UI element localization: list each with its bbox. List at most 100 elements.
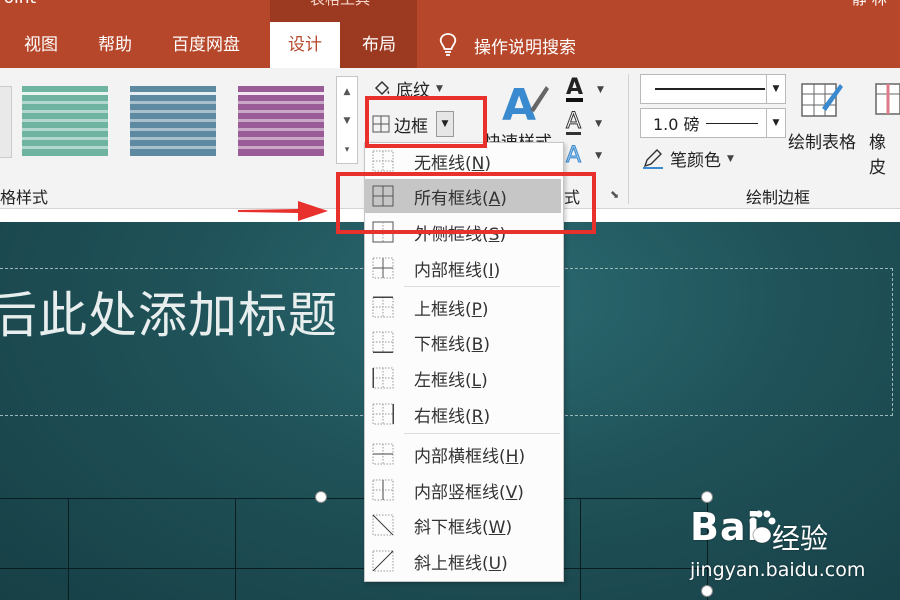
group-separator — [628, 74, 629, 204]
border-menu-item[interactable]: 内部横框线(H) — [365, 437, 561, 471]
swatch-stripe — [22, 137, 108, 140]
border-menu-item[interactable]: 内部竖框线(V) — [365, 473, 561, 507]
table-col-line — [580, 498, 581, 600]
slide-title[interactable]: 后此处添加标题 — [0, 276, 338, 347]
tab-help[interactable]: 帮助 — [86, 22, 144, 68]
tab-view[interactable]: 视图 — [12, 22, 70, 68]
user-name: 静 林 — [852, 0, 887, 9]
menu-separator — [404, 286, 560, 287]
swatch-stripe — [22, 119, 108, 122]
draw-table-button[interactable] — [796, 78, 844, 122]
pen-style-dropdown[interactable]: ▼ — [640, 74, 786, 104]
table-styles-group-label: 格样式 — [0, 188, 49, 207]
border-menu-item[interactable]: 斜下框线(W) — [365, 508, 561, 542]
top-border-icon — [372, 296, 394, 318]
baidu-jingyan-watermark: Bai 经验 jingyan.baidu.com — [690, 505, 895, 597]
swatch-stripe — [130, 92, 216, 95]
powerpoint-window: Point 表格工具 静 林 视图 帮助 百度网盘 设计 布局 操作说明搜索 ▲… — [0, 0, 900, 600]
text-fill-dropdown-icon: ▼ — [597, 85, 604, 95]
border-menu-item-accesskey: N — [471, 153, 485, 174]
swatch-stripe — [238, 110, 324, 113]
dialog-launcher-icon[interactable]: ⬊ — [610, 188, 619, 201]
border-menu-item-label: 上框线(P) — [414, 299, 489, 320]
draw-table-icon — [801, 83, 843, 117]
border-menu-item-accesskey: L — [471, 370, 482, 391]
annotation-box-borders — [365, 96, 487, 148]
svg-text:A: A — [502, 80, 536, 126]
border-menu-item[interactable]: 内部框线(I) — [365, 251, 561, 285]
border-menu-item-label: 下框线(B) — [414, 334, 490, 355]
pen-style-line — [655, 88, 765, 90]
annotation-arrow-icon — [238, 201, 328, 221]
swatch-stripe — [130, 146, 216, 149]
tab-baidu-netdisk[interactable]: 百度网盘 — [160, 22, 252, 68]
swatch-stripe — [238, 119, 324, 122]
swatch-stripe — [22, 101, 108, 104]
tab-design[interactable]: 设计 — [270, 22, 340, 68]
table-style-swatch-partial[interactable] — [0, 86, 12, 158]
text-fill-button[interactable]: A ▼ — [566, 75, 604, 102]
table-style-swatch-blue[interactable] — [130, 86, 216, 156]
text-effects-icon: A — [565, 143, 582, 168]
pen-weight-line — [705, 122, 758, 124]
swatch-stripe — [130, 119, 216, 122]
border-menu-item-accesskey: R — [471, 406, 484, 427]
border-menu-item-label: 斜下框线(W) — [414, 517, 513, 538]
border-menu-item[interactable]: 斜上框线(U) — [365, 544, 561, 578]
tell-me-search[interactable]: 操作说明搜索 — [438, 22, 576, 68]
app-name: Point — [0, 0, 36, 8]
border-menu-item[interactable]: 上框线(P) — [365, 290, 561, 324]
text-outline-button[interactable]: A ▼ — [565, 110, 602, 135]
border-menu-item-accesskey: H — [505, 446, 519, 467]
draw-borders-group-label: 绘制边框 — [746, 188, 811, 207]
watermark-url: jingyan.baidu.com — [690, 559, 866, 581]
resize-handle[interactable] — [701, 491, 713, 503]
bottom-border-icon — [372, 331, 394, 353]
pen-color-label: 笔颜色 — [670, 151, 721, 171]
eraser-icon — [875, 83, 900, 115]
gallery-up-icon[interactable]: ▲ — [337, 77, 357, 106]
text-fill-icon: A — [566, 75, 584, 102]
no-border-icon — [372, 150, 394, 172]
border-menu-item[interactable]: 下框线(B) — [365, 325, 561, 359]
shading-dropdown-icon: ▼ — [436, 83, 443, 94]
gallery-scrollbar[interactable]: ▲ ▼ ▾ — [336, 76, 358, 164]
swatch-stripe — [238, 92, 324, 95]
swatch-stripe — [22, 146, 108, 149]
swatch-stripe — [22, 128, 108, 131]
resize-handle[interactable] — [315, 491, 327, 503]
border-menu-item-label: 内部横框线(H) — [414, 446, 526, 467]
table-style-swatch-purple[interactable] — [238, 86, 324, 156]
border-menu-item[interactable]: 左框线(L) — [365, 361, 561, 395]
diagonal-down-border-icon — [372, 514, 394, 536]
border-menu-item-accesskey: B — [471, 334, 484, 355]
table-style-swatch-green[interactable] — [22, 86, 108, 156]
border-menu-item-label: 右框线(R) — [414, 406, 491, 427]
swatch-stripe — [130, 110, 216, 113]
border-menu-item-accesskey: V — [505, 482, 518, 503]
border-menu-item-accesskey: U — [488, 553, 502, 574]
swatch-stripe — [238, 128, 324, 131]
pen-weight-dropdown[interactable]: 1.0 磅 ▼ — [640, 108, 786, 138]
diagonal-up-border-icon — [372, 550, 394, 572]
eraser-button[interactable] — [872, 80, 900, 120]
menu-separator — [404, 433, 560, 434]
pen-weight-label: 1.0 磅 — [653, 115, 700, 134]
gallery-down-icon[interactable]: ▼ — [337, 106, 357, 135]
border-menu-item[interactable]: 右框线(R) — [365, 397, 561, 431]
pen-color-dropdown-icon: ▼ — [727, 153, 734, 164]
left-border-icon — [372, 367, 394, 389]
inside-borders-icon — [372, 257, 394, 279]
swatch-stripe — [130, 101, 216, 104]
text-effects-button[interactable]: A ▼ — [565, 143, 601, 168]
gallery-more-icon[interactable]: ▾ — [337, 135, 357, 164]
title-bar: Point 表格工具 静 林 视图 帮助 百度网盘 设计 布局 操作说明搜索 — [0, 0, 900, 68]
swatch-stripe — [130, 128, 216, 131]
watermark-brand-cn: 经验 — [772, 522, 829, 555]
pen-color-button[interactable]: 笔颜色 ▼ — [642, 146, 734, 171]
table-border-row — [0, 568, 708, 569]
tab-layout[interactable]: 布局 — [350, 22, 408, 68]
quick-styles-button[interactable]: A — [498, 80, 550, 126]
swatch-stripe — [238, 101, 324, 104]
border-menu-item-accesskey: W — [488, 517, 506, 538]
